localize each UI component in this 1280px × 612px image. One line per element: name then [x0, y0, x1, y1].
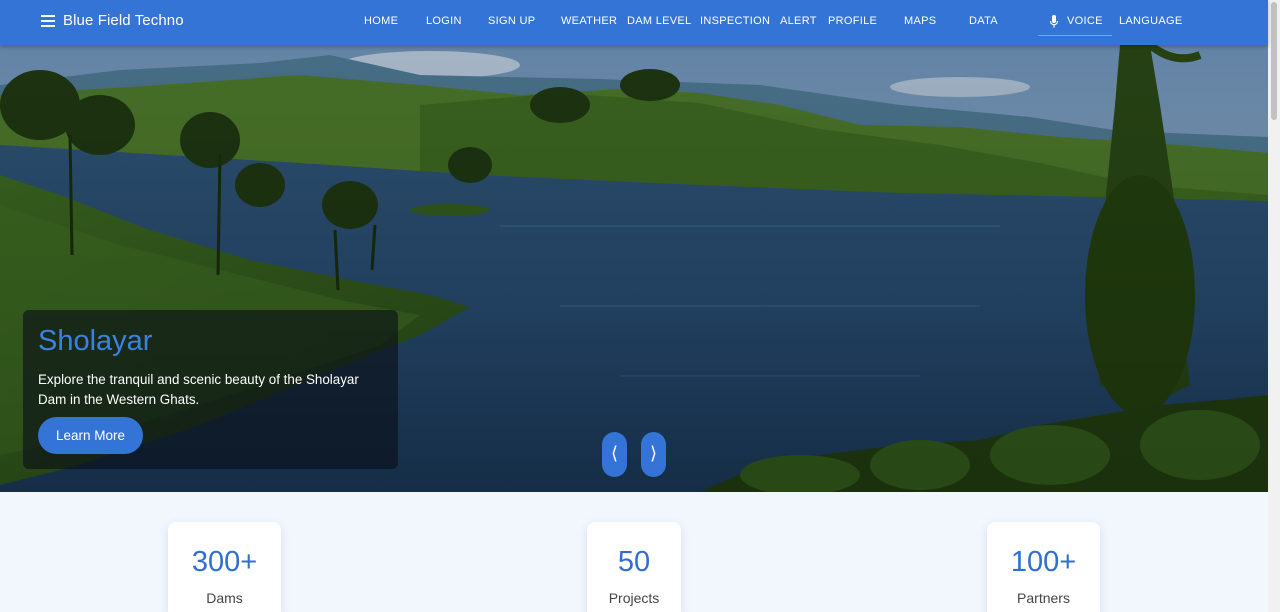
nav-dam-level[interactable]: DAM LEVEL — [627, 15, 691, 27]
brand-name[interactable]: Blue Field Techno — [63, 12, 184, 29]
slide-caption-card: Sholayar Explore the tranquil and scenic… — [23, 310, 398, 469]
page-scrollbar[interactable] — [1268, 0, 1280, 612]
stat-card-partners: 100+ Partners — [987, 522, 1100, 612]
nav-data[interactable]: DATA — [969, 15, 998, 27]
stat-value: 100+ — [1010, 546, 1077, 578]
stat-value: 300+ — [191, 546, 258, 578]
nav-home[interactable]: HOME — [364, 15, 398, 27]
hero-carousel: Sholayar Explore the tranquil and scenic… — [0, 45, 1268, 492]
nav-signup[interactable]: SIGN UP — [488, 15, 535, 27]
hamburger-menu-icon[interactable] — [41, 15, 55, 27]
slide-description: Explore the tranquil and scenic beauty o… — [38, 372, 359, 407]
stat-label: Dams — [206, 590, 243, 606]
voice-label: VOICE — [1067, 15, 1103, 27]
carousel-prev-button[interactable]: ⟨ — [602, 432, 627, 477]
learn-more-button[interactable]: Learn More — [38, 417, 143, 454]
voice-button[interactable]: VOICE — [1038, 8, 1112, 36]
chevron-left-icon: ⟨ — [610, 443, 619, 464]
stat-card-dams: 300+ Dams — [168, 522, 281, 612]
nav-language[interactable]: LANGUAGE — [1119, 15, 1183, 27]
chevron-right-icon: ⟩ — [649, 443, 658, 464]
top-navbar: Blue Field Techno HOME LOGIN SIGN UP WEA… — [0, 0, 1268, 45]
nav-maps[interactable]: MAPS — [904, 15, 936, 27]
microphone-icon — [1050, 15, 1058, 28]
nav-weather[interactable]: WEATHER — [561, 15, 617, 27]
stat-label: Partners — [1017, 590, 1070, 606]
carousel-next-button[interactable]: ⟩ — [641, 432, 666, 477]
slide-title: Sholayar — [38, 325, 153, 357]
nav-profile[interactable]: PROFILE — [828, 15, 877, 27]
stat-value: 50 — [617, 546, 651, 578]
nav-login[interactable]: LOGIN — [426, 15, 462, 27]
stat-card-projects: 50 Projects — [587, 522, 681, 612]
nav-alert[interactable]: ALERT — [780, 15, 817, 27]
stat-label: Projects — [608, 590, 660, 606]
nav-inspection[interactable]: INSPECTION — [700, 15, 770, 27]
scrollbar-thumb[interactable] — [1271, 2, 1277, 120]
